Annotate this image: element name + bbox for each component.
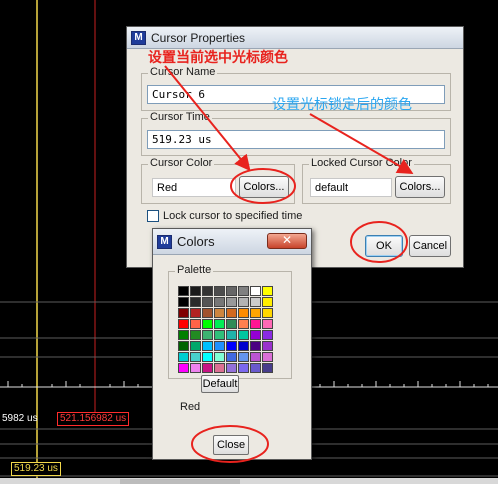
color-swatch[interactable] <box>214 297 225 307</box>
current-color-label: Red <box>180 401 201 413</box>
palette-label: Palette <box>175 264 214 276</box>
color-swatch[interactable] <box>250 352 261 362</box>
annotation-set-current-color: 设置当前选中光标颜色 <box>148 50 288 66</box>
color-swatch[interactable] <box>202 341 213 351</box>
color-swatch[interactable] <box>226 308 237 318</box>
color-swatch[interactable] <box>262 341 273 351</box>
color-swatch[interactable] <box>262 308 273 318</box>
color-swatch[interactable] <box>226 330 237 340</box>
cursor-name-label: Cursor Name <box>148 66 218 78</box>
color-swatch[interactable] <box>202 308 213 318</box>
color-swatch[interactable] <box>262 297 273 307</box>
color-swatch[interactable] <box>214 286 225 296</box>
color-swatch[interactable] <box>262 363 273 373</box>
color-swatch[interactable] <box>238 341 249 351</box>
color-swatch[interactable] <box>202 297 213 307</box>
color-swatch[interactable] <box>238 330 249 340</box>
cursor-color-label: Cursor Color <box>148 157 215 169</box>
color-swatch[interactable] <box>226 363 237 373</box>
color-swatch[interactable] <box>178 341 189 351</box>
yellow-cursor-time-label: 519.23 us <box>11 462 61 476</box>
cursor-time-input[interactable]: 519.23 us <box>147 130 445 149</box>
color-swatch[interactable] <box>190 341 201 351</box>
color-swatch[interactable] <box>190 319 201 329</box>
close-icon: ✕ <box>281 233 293 247</box>
color-swatch[interactable] <box>214 330 225 340</box>
default-color-button[interactable]: Default <box>201 375 239 393</box>
color-swatch[interactable] <box>226 319 237 329</box>
color-swatch[interactable] <box>262 286 273 296</box>
color-swatch[interactable] <box>190 330 201 340</box>
locked-color-value: default <box>310 178 392 197</box>
color-swatch[interactable] <box>202 352 213 362</box>
colors-dialog-title: Colors <box>177 234 215 249</box>
color-swatch[interactable] <box>190 308 201 318</box>
color-swatch[interactable] <box>178 330 189 340</box>
color-swatch[interactable] <box>226 286 237 296</box>
color-swatch[interactable] <box>214 319 225 329</box>
color-swatch[interactable] <box>214 341 225 351</box>
app-logo-icon: M <box>157 234 172 249</box>
color-swatch[interactable] <box>250 319 261 329</box>
color-swatch[interactable] <box>238 286 249 296</box>
lock-cursor-checkbox[interactable] <box>147 210 159 222</box>
color-swatch[interactable] <box>178 297 189 307</box>
color-swatch[interactable] <box>190 352 201 362</box>
color-swatch[interactable] <box>202 319 213 329</box>
cursor-time-readout: 5982 us <box>2 413 38 424</box>
colors-titlebar[interactable]: M Colors ✕ <box>153 229 311 255</box>
color-swatch[interactable] <box>250 363 261 373</box>
cursor-time-label: Cursor Time <box>148 111 212 123</box>
color-swatch[interactable] <box>250 308 261 318</box>
ok-button[interactable]: OK <box>365 235 403 257</box>
color-swatch[interactable] <box>226 352 237 362</box>
close-window-button[interactable]: ✕ <box>267 233 307 249</box>
color-swatch[interactable] <box>190 286 201 296</box>
color-swatch[interactable] <box>178 352 189 362</box>
color-swatch[interactable] <box>262 319 273 329</box>
color-swatch[interactable] <box>238 308 249 318</box>
app-logo-icon: M <box>131 30 146 45</box>
color-palette-grid <box>178 286 273 373</box>
close-button[interactable]: Close <box>213 435 249 455</box>
color-swatch[interactable] <box>178 286 189 296</box>
cursor-color-value: Red <box>152 178 236 197</box>
color-swatch[interactable] <box>238 319 249 329</box>
color-swatch[interactable] <box>178 308 189 318</box>
color-swatch[interactable] <box>250 297 261 307</box>
cancel-button[interactable]: Cancel <box>409 235 451 257</box>
color-swatch[interactable] <box>214 352 225 362</box>
color-swatch[interactable] <box>178 363 189 373</box>
color-swatch[interactable] <box>190 297 201 307</box>
color-swatch[interactable] <box>250 330 261 340</box>
color-swatch[interactable] <box>190 363 201 373</box>
locked-colors-button[interactable]: Colors... <box>395 176 445 198</box>
annotation-set-locked-color: 设置光标锁定后的颜色 <box>272 97 412 113</box>
color-swatch[interactable] <box>226 341 237 351</box>
color-swatch[interactable] <box>238 297 249 307</box>
color-swatch[interactable] <box>202 286 213 296</box>
dialog-title: Cursor Properties <box>151 30 246 45</box>
color-swatch[interactable] <box>178 319 189 329</box>
color-swatch[interactable] <box>238 352 249 362</box>
lock-cursor-label: Lock cursor to specified time <box>163 210 303 222</box>
color-swatch[interactable] <box>214 308 225 318</box>
cursor-properties-titlebar[interactable]: M Cursor Properties <box>127 27 463 49</box>
cursor-colors-button[interactable]: Colors... <box>239 176 289 198</box>
color-swatch[interactable] <box>262 330 273 340</box>
color-swatch[interactable] <box>250 286 261 296</box>
color-swatch[interactable] <box>202 363 213 373</box>
color-swatch[interactable] <box>214 363 225 373</box>
color-swatch[interactable] <box>262 352 273 362</box>
color-swatch[interactable] <box>238 363 249 373</box>
color-swatch[interactable] <box>202 330 213 340</box>
locked-color-label: Locked Cursor Color <box>309 157 414 169</box>
color-swatch[interactable] <box>226 297 237 307</box>
color-swatch[interactable] <box>250 341 261 351</box>
red-cursor-time-label: 521.156982 us <box>57 412 130 426</box>
